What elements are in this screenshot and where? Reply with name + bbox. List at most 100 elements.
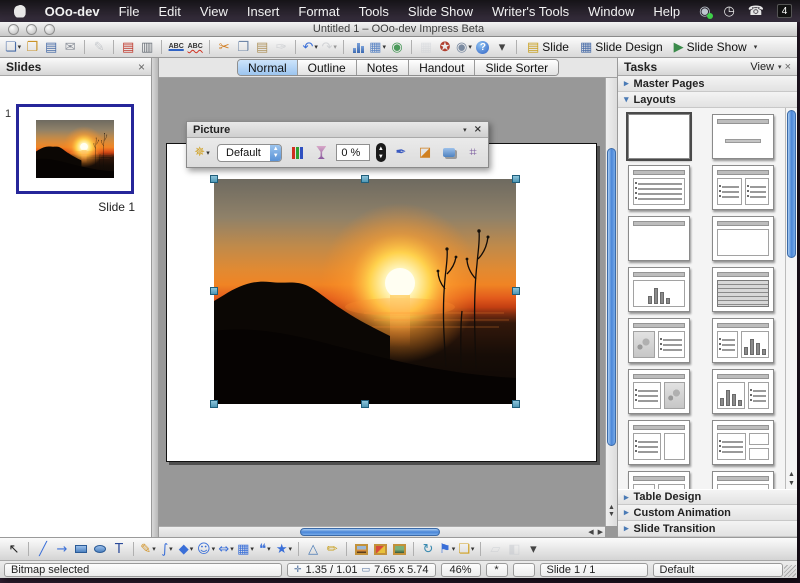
block-arrows-button[interactable]: ⇔▾ bbox=[217, 540, 235, 558]
arrow-button[interactable]: → bbox=[53, 540, 71, 558]
insert-picture-button[interactable] bbox=[352, 540, 370, 558]
picture-toolbar-titlebar[interactable]: Picture ▾ × bbox=[187, 122, 488, 138]
shadow-button[interactable] bbox=[440, 144, 458, 162]
text-button[interactable]: T bbox=[110, 540, 128, 558]
line-button[interactable]: ✒ bbox=[392, 144, 410, 162]
scroll-down-icon[interactable]: ▼ bbox=[608, 511, 615, 518]
color-button[interactable] bbox=[288, 144, 306, 162]
layout-blank[interactable] bbox=[628, 114, 690, 159]
flowchart-button[interactable]: ▦▾ bbox=[236, 540, 255, 558]
symbol-shapes-button[interactable]: ☺▾ bbox=[196, 540, 216, 558]
tab-slide-sorter[interactable]: Slide Sorter bbox=[475, 60, 558, 75]
print-button[interactable]: ▥ bbox=[138, 38, 156, 56]
zoom-status[interactable]: 46% bbox=[441, 563, 481, 577]
table-button[interactable]: ▦▾ bbox=[368, 38, 387, 56]
section-layouts[interactable]: ▾ Layouts bbox=[618, 92, 797, 108]
scroll-up-icon[interactable]: ▲ bbox=[608, 504, 615, 511]
graphic-filter-button[interactable]: ✵ ▾ bbox=[193, 144, 211, 162]
insert-media-button[interactable] bbox=[390, 540, 408, 558]
curve-button[interactable]: ✎▾ bbox=[139, 540, 157, 558]
slide-page[interactable] bbox=[166, 143, 597, 462]
zoom-window-button[interactable] bbox=[44, 24, 55, 35]
arrange-button[interactable]: ❏▾ bbox=[457, 540, 475, 558]
section-table-design[interactable]: ▸ Table Design bbox=[618, 489, 797, 505]
scroll-up-icon[interactable]: ▲ bbox=[788, 471, 795, 478]
selection-handle-se[interactable] bbox=[512, 400, 520, 408]
layout-title-only[interactable] bbox=[628, 216, 690, 261]
layout-title-bullets[interactable] bbox=[628, 165, 690, 210]
rotate-button[interactable]: ↻ bbox=[419, 540, 437, 558]
horizontal-scroll-thumb[interactable] bbox=[300, 528, 440, 536]
tab-normal[interactable]: Normal bbox=[238, 60, 298, 75]
transparency-stepper[interactable]: ▲▼ bbox=[376, 143, 386, 162]
phone-status-icon[interactable]: ☎ bbox=[748, 5, 764, 18]
copy-button[interactable]: ❐ bbox=[234, 38, 252, 56]
gallery-button[interactable]: ◉ bbox=[388, 38, 406, 56]
layout-title-clipart-bullets[interactable] bbox=[628, 318, 690, 363]
insert-slide-button[interactable]: ▤ Slide bbox=[522, 38, 574, 56]
selection-handle-e[interactable] bbox=[512, 287, 520, 295]
menu-edit[interactable]: Edit bbox=[159, 4, 181, 19]
clock-status-icon[interactable]: ◷ bbox=[723, 5, 734, 18]
tasks-scrollbar[interactable]: ▲ ▼ bbox=[785, 108, 797, 489]
graphics-mode-select[interactable]: Default ▲▼ bbox=[217, 144, 282, 162]
selection-handle-n[interactable] bbox=[361, 175, 369, 183]
slide-show-button[interactable]: ▶ Slide Show bbox=[669, 38, 752, 56]
toolbar-overflow-button[interactable]: ▾ bbox=[493, 38, 511, 56]
help-button[interactable]: ? bbox=[474, 38, 492, 56]
chart-button[interactable] bbox=[349, 38, 367, 56]
layout-title-frame-bullets[interactable] bbox=[628, 471, 690, 489]
tab-outline[interactable]: Outline bbox=[298, 60, 357, 75]
layout-title-bullets-frame[interactable] bbox=[628, 420, 690, 465]
transparency-input[interactable]: 0 % bbox=[336, 144, 369, 161]
close-icon[interactable]: × bbox=[138, 60, 145, 74]
select-button[interactable]: ↖ bbox=[5, 540, 23, 558]
layout-title-bullets-2frames[interactable] bbox=[712, 420, 774, 465]
paste-button[interactable]: ▤ bbox=[253, 38, 271, 56]
layout-title-table[interactable] bbox=[712, 267, 774, 312]
connector-button[interactable]: ∫▾ bbox=[158, 540, 176, 558]
crop-button[interactable]: ⌗ bbox=[464, 144, 482, 162]
slide-indicator[interactable]: Slide 1 / 1 bbox=[540, 563, 648, 577]
menu-writers-tools[interactable]: Writer's Tools bbox=[492, 4, 569, 19]
menu-window[interactable]: Window bbox=[588, 4, 634, 19]
tasks-scroll-thumb[interactable] bbox=[787, 110, 796, 258]
slide-thumbnail[interactable] bbox=[16, 104, 134, 194]
line-button[interactable]: ╱ bbox=[34, 540, 52, 558]
transparency-button[interactable] bbox=[312, 144, 330, 162]
ichat-status-icon[interactable]: ◉ bbox=[699, 4, 710, 18]
layout-title-frame[interactable] bbox=[712, 216, 774, 261]
basic-shapes-button[interactable]: ◆▾ bbox=[177, 540, 195, 558]
title-bar[interactable]: Untitled 1 – OOo-dev Impress Beta bbox=[0, 22, 797, 37]
email-button[interactable]: ✉ bbox=[61, 38, 79, 56]
export-pdf-button[interactable]: ▤ bbox=[119, 38, 137, 56]
menu-help[interactable]: Help bbox=[653, 4, 680, 19]
view-menu-button[interactable]: View ▾ × bbox=[750, 61, 791, 73]
menu-app[interactable]: OOo-dev bbox=[45, 4, 100, 19]
layout-title-2bullets[interactable] bbox=[712, 165, 774, 210]
selection-handle-nw[interactable] bbox=[210, 175, 218, 183]
selection-handle-s[interactable] bbox=[361, 400, 369, 408]
vertical-scroll-thumb[interactable] bbox=[607, 148, 616, 446]
menu-slide-show[interactable]: Slide Show bbox=[408, 4, 473, 19]
tab-handout[interactable]: Handout bbox=[409, 60, 475, 75]
layout-title-stacked-frames[interactable] bbox=[712, 471, 774, 489]
draw-overflow-button[interactable]: ▾ bbox=[524, 540, 542, 558]
spellcheck-button[interactable]: ABC bbox=[167, 38, 185, 56]
input-source-badge[interactable]: 4 bbox=[777, 4, 792, 18]
alignment-button[interactable]: ⚑▾ bbox=[438, 540, 456, 558]
chevron-down-icon[interactable]: ▾ bbox=[463, 126, 467, 134]
save-button[interactable]: ▤ bbox=[42, 38, 60, 56]
menu-tools[interactable]: Tools bbox=[359, 4, 389, 19]
layout-title-subtitle[interactable] bbox=[712, 114, 774, 159]
minimize-window-button[interactable] bbox=[26, 24, 37, 35]
undo-button[interactable]: ↶▾ bbox=[301, 38, 319, 56]
scroll-right-icon[interactable]: ▶ bbox=[598, 528, 603, 536]
panel-splitter[interactable] bbox=[152, 58, 159, 537]
toolbar-overflow-icon[interactable]: ▾ bbox=[754, 43, 758, 51]
vertical-scrollbar[interactable]: ▲ ▼ bbox=[605, 78, 617, 526]
close-window-button[interactable] bbox=[8, 24, 19, 35]
stars-button[interactable]: ★▾ bbox=[275, 540, 293, 558]
close-icon[interactable]: × bbox=[785, 61, 791, 73]
menu-file[interactable]: File bbox=[119, 4, 140, 19]
